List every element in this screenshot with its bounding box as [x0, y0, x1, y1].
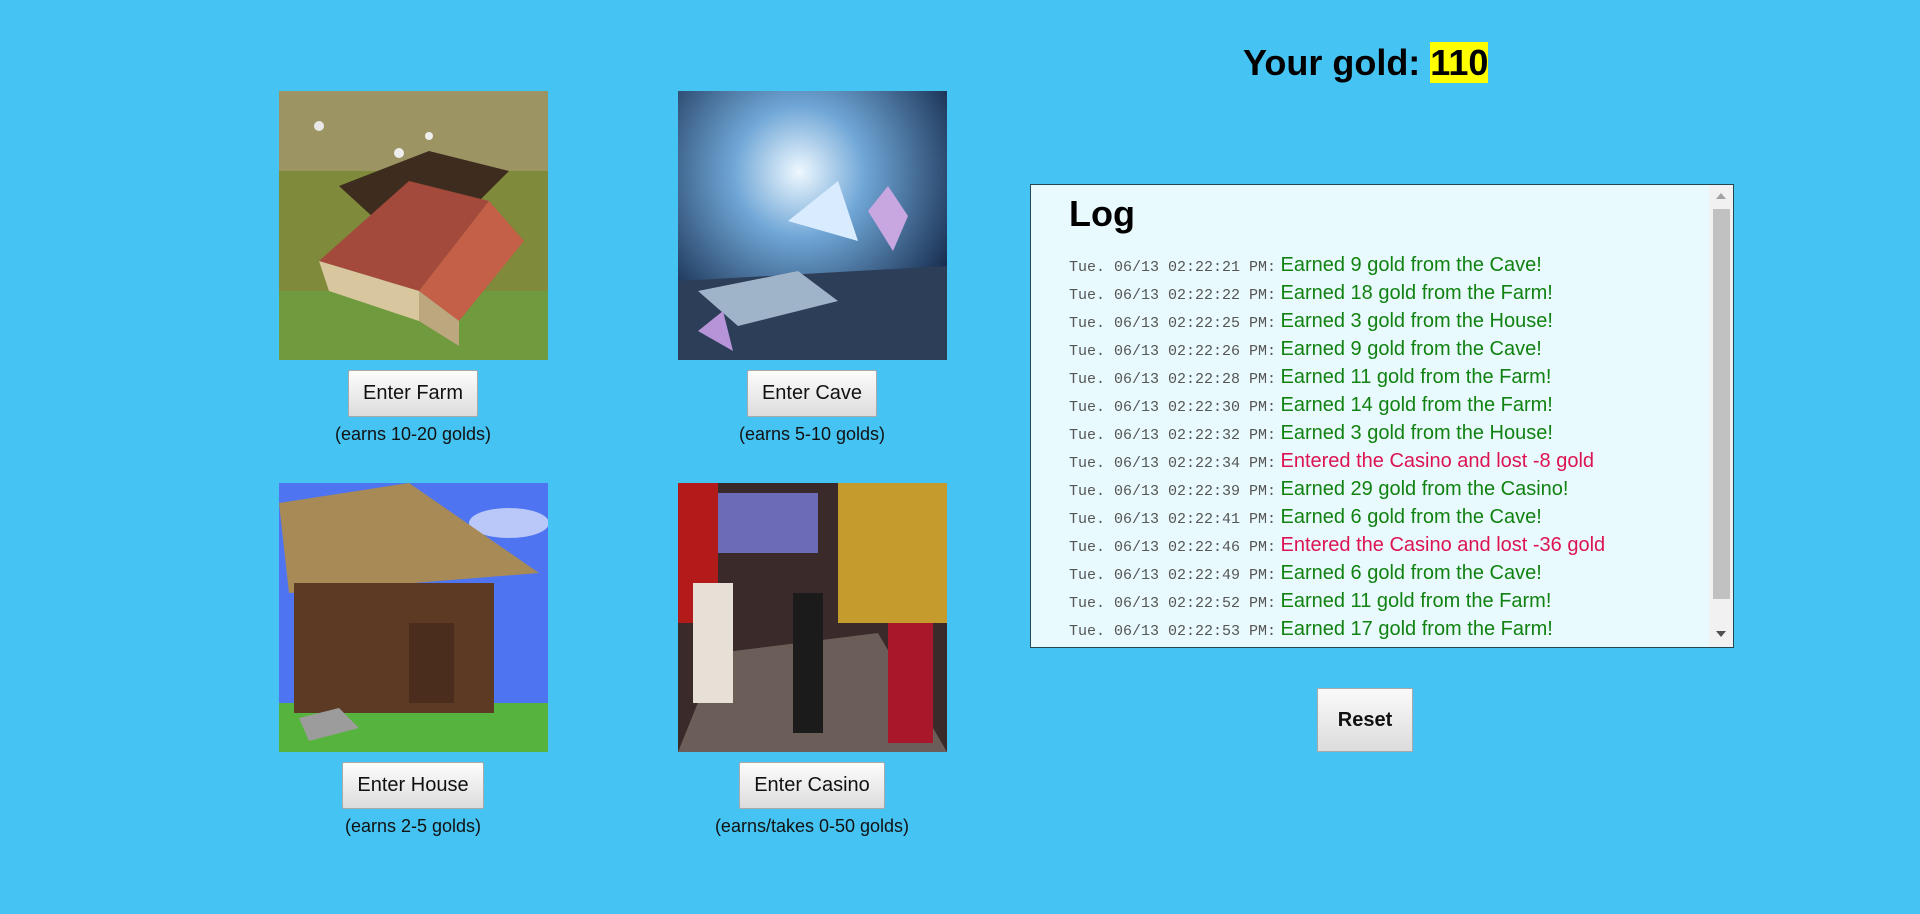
log-entry-message: Earned 11 gold from the Farm! [1280, 366, 1552, 388]
log-entry-time: Tue. 06/13 02:22:32 PM: [1069, 427, 1277, 444]
log-entry-message: Earned 18 gold from the Farm! [1280, 282, 1553, 304]
log-entry-time: Tue. 06/13 02:22:25 PM: [1069, 315, 1277, 332]
log-title: Log [1069, 193, 1135, 234]
log-entry-message: Earned 3 gold from the House! [1280, 422, 1553, 444]
scrollbar-thumb[interactable] [1713, 209, 1730, 599]
farm-earn-text: (earns 10-20 golds) [334, 424, 492, 444]
log-entry: Tue. 06/13 02:22:25 PM: Earned 3 gold fr… [1069, 307, 1703, 335]
reset-button[interactable]: Reset [1317, 688, 1413, 752]
scroll-up-arrow-icon[interactable] [1716, 193, 1726, 199]
log-entry: Tue. 06/13 02:22:21 PM: Earned 9 gold fr… [1069, 251, 1703, 279]
log-entry-time: Tue. 06/13 02:22:39 PM: [1069, 483, 1277, 500]
log-entry-message: Earned 29 gold from the Casino! [1280, 478, 1569, 500]
log-entry-time: Tue. 06/13 02:22:21 PM: [1069, 259, 1277, 276]
log-entry: Tue. 06/13 02:22:28 PM: Earned 11 gold f… [1069, 363, 1703, 391]
log-entry-time: Tue. 06/13 02:22:49 PM: [1069, 567, 1277, 584]
log-entry: Tue. 06/13 02:22:32 PM: Earned 3 gold fr… [1069, 419, 1703, 447]
log-entry: Tue. 06/13 02:22:34 PM: Entered the Casi… [1069, 447, 1703, 475]
enter-cave-button[interactable]: Enter Cave [746, 370, 878, 417]
farm-image [278, 91, 548, 360]
casino-image [677, 483, 947, 752]
log-entry-message: Earned 17 gold from the Farm! [1280, 618, 1553, 640]
log-entry-message: Earned 11 gold from the Farm! [1280, 590, 1552, 612]
casino-card: Enter Casino (earns/takes 0-50 golds) [677, 483, 947, 837]
house-card: Enter House (earns 2-5 golds) [278, 483, 548, 837]
log-entry-message: Earned 6 gold from the Cave! [1280, 562, 1542, 584]
log-entry-message: Entered the Casino and lost -8 gold [1280, 450, 1595, 472]
log-entry: Tue. 06/13 02:22:52 PM: Earned 11 gold f… [1069, 587, 1703, 615]
log-entry: Tue. 06/13 02:22:41 PM: Earned 6 gold fr… [1069, 503, 1703, 531]
log-entry-message: Earned 3 gold from the House! [1280, 310, 1553, 332]
log-entry-time: Tue. 06/13 02:22:26 PM: [1069, 343, 1277, 360]
log-entry-time: Tue. 06/13 02:22:41 PM: [1069, 511, 1277, 528]
scroll-down-arrow-icon[interactable] [1716, 631, 1726, 637]
cave-card: Enter Cave (earns 5-10 golds) [677, 91, 947, 445]
house-earn-text: (earns 2-5 golds) [344, 816, 482, 836]
log-entry-time: Tue. 06/13 02:22:52 PM: [1069, 595, 1277, 612]
log-entry-message: Earned 9 gold from the Cave! [1280, 338, 1542, 360]
log-entry-time: Tue. 06/13 02:22:34 PM: [1069, 455, 1277, 472]
casino-earn-text: (earns/takes 0-50 golds) [714, 816, 910, 836]
gold-display: Your gold: 110 [1243, 42, 1489, 84]
log-entry-message: Earned 14 gold from the Farm! [1280, 394, 1553, 416]
log-entry-message: Entered the Casino and lost -36 gold [1280, 534, 1606, 556]
log-entry: Tue. 06/13 02:22:30 PM: Earned 14 gold f… [1069, 391, 1703, 419]
log-entry-message: Earned 6 gold from the Cave! [1280, 506, 1542, 528]
house-image [278, 483, 548, 752]
log-entry: Tue. 06/13 02:22:46 PM: Entered the Casi… [1069, 531, 1703, 559]
log-scrollbar[interactable] [1709, 185, 1733, 647]
enter-house-button[interactable]: Enter House [342, 762, 484, 809]
log-entry-time: Tue. 06/13 02:22:30 PM: [1069, 399, 1277, 416]
log-entry: Tue. 06/13 02:22:53 PM: Earned 17 gold f… [1069, 615, 1703, 643]
enter-casino-button[interactable]: Enter Casino [739, 762, 885, 809]
log-entry-time: Tue. 06/13 02:22:46 PM: [1069, 539, 1277, 556]
log-entry: Tue. 06/13 02:22:22 PM: Earned 18 gold f… [1069, 279, 1703, 307]
log-entry: Tue. 06/13 02:22:49 PM: Earned 6 gold fr… [1069, 559, 1703, 587]
log-panel[interactable]: Log Tue. 06/13 02:22:21 PM: Earned 9 gol… [1030, 184, 1734, 648]
cave-earn-text: (earns 5-10 golds) [738, 424, 886, 444]
log-entry-time: Tue. 06/13 02:22:53 PM: [1069, 623, 1277, 640]
log-entry-time: Tue. 06/13 02:22:28 PM: [1069, 371, 1277, 388]
log-entry: Tue. 06/13 02:22:39 PM: Earned 29 gold f… [1069, 475, 1703, 503]
log-entry-message: Earned 9 gold from the Cave! [1280, 254, 1542, 276]
gold-value: 110 [1430, 42, 1489, 83]
gold-label: Your gold: [1243, 42, 1431, 83]
enter-farm-button[interactable]: Enter Farm [347, 370, 479, 417]
log-list: Tue. 06/13 02:22:21 PM: Earned 9 gold fr… [1069, 251, 1703, 643]
log-entry: Tue. 06/13 02:22:26 PM: Earned 9 gold fr… [1069, 335, 1703, 363]
farm-card: Enter Farm (earns 10-20 golds) [278, 91, 548, 445]
cave-image [677, 91, 947, 360]
log-entry-time: Tue. 06/13 02:22:22 PM: [1069, 287, 1277, 304]
